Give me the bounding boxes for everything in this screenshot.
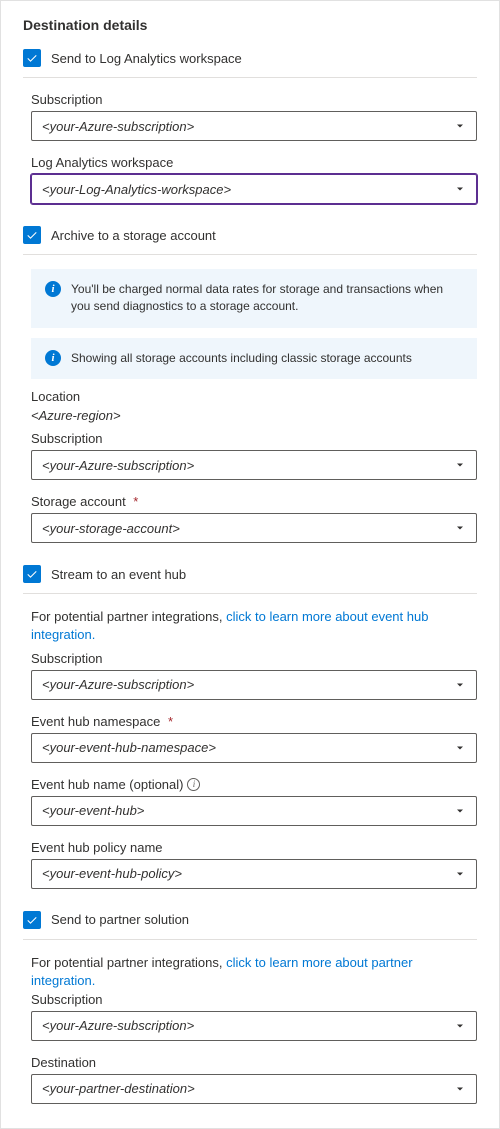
partner-subscription-select[interactable]: <your-Azure-subscription> <box>31 1011 477 1041</box>
partner-subscription-value: <your-Azure-subscription> <box>42 1018 194 1033</box>
la-workspace-label: Log Analytics workspace <box>31 155 477 170</box>
eventhub-checkbox-row[interactable]: Stream to an event hub <box>23 565 477 583</box>
eventhub-intro-text: For potential partner integrations, <box>31 609 226 624</box>
eventhub-checkbox[interactable] <box>23 565 41 583</box>
chevron-down-icon <box>454 679 466 691</box>
eh-subscription-field: Subscription <your-Azure-subscription> <box>31 651 477 700</box>
storage-subscription-select[interactable]: <your-Azure-subscription> <box>31 450 477 480</box>
required-indicator: * <box>130 494 139 509</box>
eh-namespace-select[interactable]: <your-event-hub-namespace> <box>31 733 477 763</box>
la-workspace-field: Log Analytics workspace <your-Log-Analyt… <box>31 155 477 204</box>
partner-checkbox[interactable] <box>23 911 41 929</box>
partner-destination-value: <your-partner-destination> <box>42 1081 195 1096</box>
chevron-down-icon <box>454 183 466 195</box>
storage-location-label: Location <box>31 389 477 404</box>
storage-subscription-label: Subscription <box>31 431 477 446</box>
check-icon <box>26 229 38 241</box>
check-icon <box>26 568 38 580</box>
eh-subscription-select[interactable]: <your-Azure-subscription> <box>31 670 477 700</box>
la-workspace-select[interactable]: <your-Log-Analytics-workspace> <box>31 174 477 204</box>
eh-name-field: Event hub name (optional) i <your-event-… <box>31 777 477 826</box>
partner-destination-label: Destination <box>31 1055 477 1070</box>
chevron-down-icon <box>454 868 466 880</box>
partner-label: Send to partner solution <box>51 912 189 927</box>
log-analytics-section: Subscription <your-Azure-subscription> L… <box>23 78 477 226</box>
eventhub-label: Stream to an event hub <box>51 567 186 582</box>
eh-subscription-value: <your-Azure-subscription> <box>42 677 194 692</box>
chevron-down-icon <box>454 805 466 817</box>
storage-checkbox-row[interactable]: Archive to a storage account <box>23 226 477 244</box>
partner-checkbox-row[interactable]: Send to partner solution <box>23 911 477 929</box>
la-subscription-field: Subscription <your-Azure-subscription> <box>31 92 477 141</box>
chevron-down-icon <box>454 120 466 132</box>
eh-namespace-value: <your-event-hub-namespace> <box>42 740 216 755</box>
partner-destination-field: Destination <your-partner-destination> <box>31 1055 477 1104</box>
eh-subscription-label: Subscription <box>31 651 477 666</box>
eventhub-intro: For potential partner integrations, clic… <box>31 608 477 644</box>
storage-info-charges: i You'll be charged normal data rates fo… <box>31 269 477 328</box>
partner-intro-text: For potential partner integrations, <box>31 955 226 970</box>
log-analytics-checkbox[interactable] <box>23 49 41 67</box>
chevron-down-icon <box>454 522 466 534</box>
storage-label: Archive to a storage account <box>51 228 216 243</box>
chevron-down-icon <box>454 1020 466 1032</box>
partner-destination-select[interactable]: <your-partner-destination> <box>31 1074 477 1104</box>
storage-location-field: Location <Azure-region> <box>31 389 477 423</box>
log-analytics-label: Send to Log Analytics workspace <box>51 51 242 66</box>
eh-policy-label: Event hub policy name <box>31 840 477 855</box>
eventhub-section: For potential partner integrations, clic… <box>23 594 477 910</box>
chevron-down-icon <box>454 1083 466 1095</box>
partner-intro: For potential partner integrations, clic… <box>31 954 477 990</box>
info-icon: i <box>45 350 61 366</box>
eh-name-select[interactable]: <your-event-hub> <box>31 796 477 826</box>
eh-policy-field: Event hub policy name <your-event-hub-po… <box>31 840 477 889</box>
partner-subscription-label: Subscription <box>31 992 477 1007</box>
eh-name-value: <your-event-hub> <box>42 803 144 818</box>
required-indicator: * <box>164 714 173 729</box>
storage-info-accounts-text: Showing all storage accounts including c… <box>71 350 412 367</box>
storage-checkbox[interactable] <box>23 226 41 244</box>
section-heading: Destination details <box>23 17 477 33</box>
eh-policy-value: <your-event-hub-policy> <box>42 866 182 881</box>
la-subscription-select[interactable]: <your-Azure-subscription> <box>31 111 477 141</box>
info-icon: i <box>45 281 61 297</box>
eh-policy-select[interactable]: <your-event-hub-policy> <box>31 859 477 889</box>
info-icon[interactable]: i <box>187 778 200 791</box>
la-subscription-label: Subscription <box>31 92 477 107</box>
eh-namespace-label: Event hub namespace * <box>31 714 477 729</box>
storage-account-select[interactable]: <your-storage-account> <box>31 513 477 543</box>
storage-account-label: Storage account * <box>31 494 477 509</box>
storage-account-field: Storage account * <your-storage-account> <box>31 494 477 543</box>
storage-subscription-field: Subscription <your-Azure-subscription> <box>31 431 477 480</box>
chevron-down-icon <box>454 459 466 471</box>
la-subscription-value: <your-Azure-subscription> <box>42 119 194 134</box>
eh-namespace-field: Event hub namespace * <your-event-hub-na… <box>31 714 477 763</box>
eh-name-label: Event hub name (optional) i <box>31 777 477 792</box>
partner-subscription-field: Subscription <your-Azure-subscription> <box>31 992 477 1041</box>
storage-location-value: <Azure-region> <box>31 408 477 423</box>
storage-info-accounts: i Showing all storage accounts including… <box>31 338 477 379</box>
chevron-down-icon <box>454 742 466 754</box>
log-analytics-checkbox-row[interactable]: Send to Log Analytics workspace <box>23 49 477 67</box>
storage-subscription-value: <your-Azure-subscription> <box>42 458 194 473</box>
check-icon <box>26 52 38 64</box>
storage-info-charges-text: You'll be charged normal data rates for … <box>71 281 463 316</box>
la-workspace-value: <your-Log-Analytics-workspace> <box>42 182 231 197</box>
storage-section: i You'll be charged normal data rates fo… <box>23 255 477 565</box>
storage-account-value: <your-storage-account> <box>42 521 180 536</box>
partner-section: For potential partner integrations, clic… <box>23 940 477 1112</box>
check-icon <box>26 914 38 926</box>
